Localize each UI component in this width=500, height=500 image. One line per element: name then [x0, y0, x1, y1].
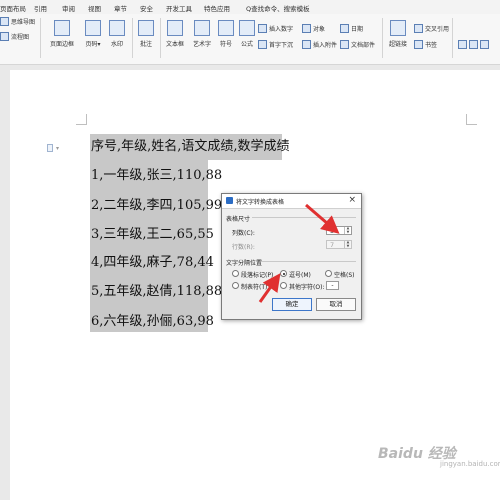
baidu-watermark-url: jingyan.baidu.com: [440, 460, 500, 468]
arrow-to-comma: [258, 273, 281, 303]
arrow-to-columns: [305, 203, 340, 234]
annotation-arrows: [258, 203, 340, 303]
